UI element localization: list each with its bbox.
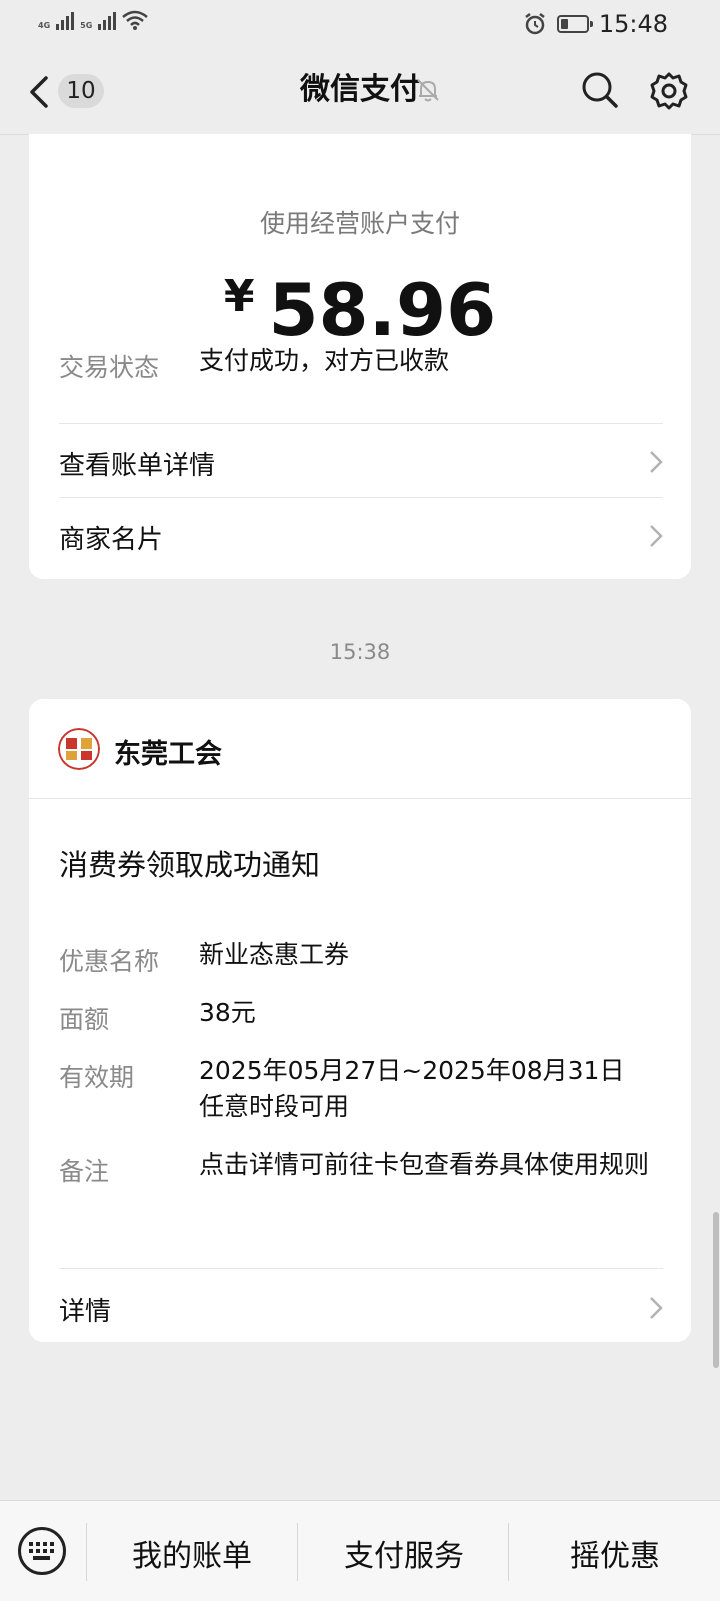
details-label: 详情 — [59, 1297, 112, 1327]
field-value: 点击详情可前往卡包查看券具体使用规则 — [199, 1150, 650, 1179]
message-timestamp: 15:38 — [329, 640, 391, 664]
field-value: 新业态惠工券 — [199, 940, 350, 969]
menu-my-bills[interactable]: 我的账单 — [92, 1531, 292, 1575]
network-type-1: 4G — [38, 21, 51, 30]
signal-strength-icon — [56, 10, 75, 30]
status-value: 支付成功，对方已收款 — [199, 346, 450, 375]
signal-area: 4G 5G — [38, 10, 149, 30]
org-name[interactable]: 东莞工会 — [114, 732, 222, 771]
page-title-text: 微信支付 — [300, 72, 420, 107]
field-label: 优惠名称 — [59, 947, 160, 976]
status-right: 15:48 — [523, 10, 668, 38]
divider — [59, 1268, 663, 1269]
menu-divider — [86, 1523, 87, 1581]
keyboard-keys-icon — [29, 1542, 54, 1560]
search-icon[interactable] — [580, 70, 620, 110]
field-label: 面额 — [59, 1005, 110, 1034]
chevron-right-icon — [650, 525, 663, 547]
divider — [59, 497, 663, 498]
chevron-right-icon — [650, 1297, 663, 1319]
signal-strength-icon-2 — [98, 10, 117, 30]
network-type-2: 5G — [80, 21, 93, 30]
field-value: 2025年05月27日~2025年08月31日任意时段可用 — [199, 1056, 625, 1121]
payment-amount: ¥58.96 — [29, 252, 691, 355]
gear-icon[interactable] — [648, 70, 690, 112]
status-bar: 4G 5G 15:48 — [0, 0, 720, 48]
mute-bell-icon — [417, 79, 439, 102]
scrollbar[interactable] — [713, 1212, 719, 1368]
menu-divider — [297, 1523, 298, 1581]
nav-bar: 10 微信支付 — [0, 48, 720, 135]
chevron-right-icon — [650, 451, 663, 473]
menu-payment-services[interactable]: 支付服务 — [300, 1531, 508, 1575]
clock: 15:48 — [598, 10, 668, 38]
field-label: 有效期 — [59, 1063, 135, 1092]
payment-method-subtitle: 使用经营账户支付 — [259, 209, 460, 238]
menu-divider — [508, 1523, 509, 1581]
battery-icon — [556, 15, 593, 33]
voucher-notice-card[interactable]: 东莞工会 消费券领取成功通知 优惠名称 新业态惠工券 面额 38元 有效期 20… — [29, 699, 691, 1342]
merchant-card-label: 商家名片 — [59, 525, 164, 555]
wifi-icon — [122, 10, 149, 30]
menu-shake-deals[interactable]: 摇优惠 — [512, 1531, 718, 1575]
payment-card: 使用经营账户支付 ¥58.96 交易状态 支付成功，对方已收款 查看账单详情 商… — [29, 134, 691, 579]
field-value: 38元 — [199, 998, 256, 1027]
currency-symbol: ¥ — [223, 271, 255, 322]
notice-title: 消费券领取成功通知 — [59, 848, 321, 882]
union-logo-icon[interactable] — [58, 728, 100, 770]
view-bill-details-label: 查看账单详情 — [59, 451, 216, 481]
bottom-menu-bar: 我的账单 支付服务 摇优惠 — [0, 1500, 720, 1601]
field-label: 备注 — [59, 1157, 110, 1186]
status-label: 交易状态 — [59, 353, 160, 382]
amount-value: 58.96 — [268, 268, 497, 352]
divider — [59, 423, 663, 424]
alarm-icon — [525, 13, 545, 35]
divider — [29, 798, 691, 799]
keyboard-icon[interactable] — [18, 1527, 66, 1575]
